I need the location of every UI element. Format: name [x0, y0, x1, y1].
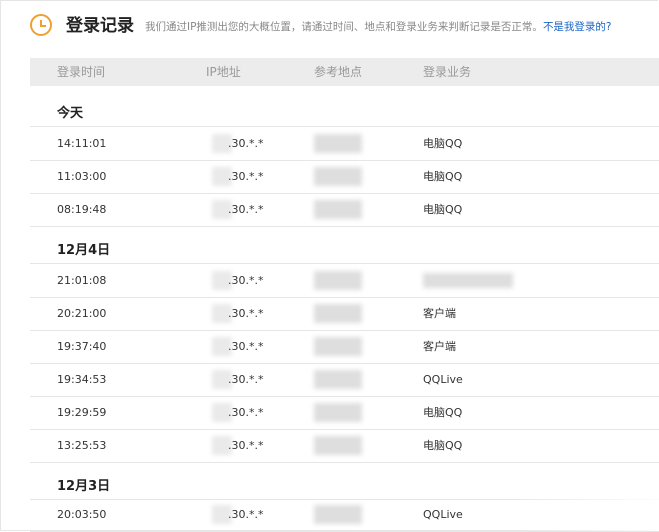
- table-row: 20:21:00 .30.*.* 客户端: [30, 297, 659, 331]
- column-header-ip: IP地址: [206, 65, 241, 79]
- login-time: 11:03:00: [57, 170, 107, 183]
- bottom-right-fade: [509, 486, 659, 531]
- ip-address: .30.*.*: [228, 170, 264, 183]
- login-time: 14:11:01: [57, 137, 107, 150]
- location-redacted: [314, 167, 362, 186]
- login-time: 20:21:00: [57, 307, 107, 320]
- ip-address: .30.*.*: [228, 274, 264, 287]
- location-redacted: [314, 436, 362, 455]
- column-header-time: 登录时间: [57, 65, 106, 79]
- location-redacted: [314, 304, 362, 323]
- table-row: 19:34:53 .30.*.* QQLive: [30, 363, 659, 397]
- location-redacted: [314, 337, 362, 356]
- group-label: 12月4日: [57, 243, 111, 258]
- ip-address: .30.*.*: [228, 508, 264, 521]
- group-label: 今天: [57, 106, 84, 121]
- table-row: 08:19:48 .30.*.* 电脑QQ: [30, 193, 659, 227]
- column-header-location: 参考地点: [314, 65, 363, 79]
- ip-address: .30.*.*: [228, 439, 264, 452]
- login-time: 08:19:48: [57, 203, 107, 216]
- clock-icon: [30, 14, 52, 36]
- service-redacted: [423, 273, 513, 288]
- page-title: 登录记录: [66, 16, 134, 36]
- login-service: QQLive: [423, 508, 463, 521]
- login-service: 客户端: [423, 307, 456, 320]
- login-time: 13:25:53: [57, 439, 107, 452]
- ip-address: .30.*.*: [228, 340, 264, 353]
- location-redacted: [314, 505, 362, 524]
- table-row: 19:29:59 .30.*.* 电脑QQ: [30, 396, 659, 430]
- login-time: 19:34:53: [57, 373, 107, 386]
- login-service: QQLive: [423, 373, 463, 386]
- login-time: 21:01:08: [57, 274, 107, 287]
- login-time: 19:37:40: [57, 340, 107, 353]
- ip-address: .30.*.*: [228, 373, 264, 386]
- group-label: 12月3日: [57, 479, 111, 494]
- location-redacted: [314, 134, 362, 153]
- login-service: 客户端: [423, 340, 456, 353]
- ip-address: .30.*.*: [228, 137, 264, 150]
- table-header: 登录时间 IP地址 参考地点 登录业务: [30, 58, 659, 86]
- location-redacted: [314, 271, 362, 290]
- date-group-heading: 今天: [30, 92, 659, 127]
- ip-address: .30.*.*: [228, 203, 264, 216]
- table-row: 14:11:01 .30.*.* 电脑QQ: [30, 127, 659, 161]
- login-service: 电脑QQ: [423, 203, 463, 216]
- date-group-heading: 12月4日: [30, 229, 659, 264]
- login-time: 20:03:50: [57, 508, 107, 521]
- table-row: 13:25:53 .30.*.* 电脑QQ: [30, 429, 659, 463]
- login-service: 电脑QQ: [423, 170, 463, 183]
- table-row: 11:03:00 .30.*.* 电脑QQ: [30, 160, 659, 194]
- not-me-link[interactable]: 不是我登录的?: [543, 21, 612, 33]
- location-redacted: [314, 200, 362, 219]
- table-row: 19:37:40 .30.*.* 客户端: [30, 330, 659, 364]
- location-redacted: [314, 370, 362, 389]
- location-redacted: [314, 403, 362, 422]
- table-row: 21:01:08 .30.*.*: [30, 264, 659, 298]
- login-time: 19:29:59: [57, 406, 107, 419]
- ip-address: .30.*.*: [228, 406, 264, 419]
- description-text: 我们通过IP推测出您的大概位置，请通过时间、地点和登录业务来判断记录是否正常。: [145, 21, 543, 33]
- column-header-service: 登录业务: [423, 65, 472, 79]
- page-header: 登录记录 我们通过IP推测出您的大概位置，请通过时间、地点和登录业务来判断记录是…: [0, 0, 659, 58]
- login-service: 电脑QQ: [423, 137, 463, 150]
- page-description: 我们通过IP推测出您的大概位置，请通过时间、地点和登录业务来判断记录是否正常。不…: [145, 20, 612, 34]
- ip-address: .30.*.*: [228, 307, 264, 320]
- login-service: 电脑QQ: [423, 406, 463, 419]
- login-service: 电脑QQ: [423, 439, 463, 452]
